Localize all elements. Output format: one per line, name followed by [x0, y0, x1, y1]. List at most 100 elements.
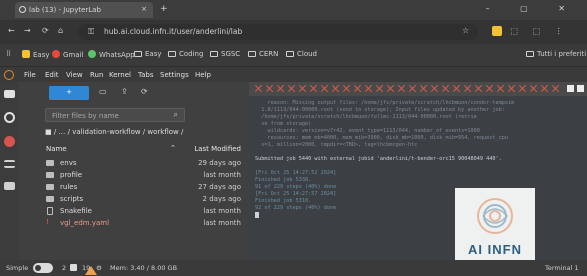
- file-icon: [47, 207, 53, 215]
- reload-icon[interactable]: ⟳: [42, 26, 49, 35]
- list-item[interactable]: envs 29 days ago: [38, 158, 249, 170]
- mouse-cursor-icon: [85, 266, 97, 275]
- terminal-tab-close-icon[interactable]: [497, 85, 504, 92]
- close-tab-icon[interactable]: ×: [141, 5, 147, 13]
- bookmark-star-icon[interactable]: ☆: [462, 26, 469, 35]
- extension-manager-icon[interactable]: [4, 182, 15, 190]
- bookmark-folder-cern[interactable]: CERN: [248, 50, 278, 58]
- new-folder-icon[interactable]: ▭: [99, 87, 107, 96]
- ai-infn-watermark: AI INFN: [455, 188, 535, 260]
- running-sessions-icon[interactable]: [4, 112, 15, 123]
- tab-menu-icon[interactable]: [577, 85, 584, 92]
- table-of-contents-icon[interactable]: [4, 160, 15, 168]
- filter-files-input[interactable]: Filter files by name ⌕: [45, 108, 185, 122]
- menu-file[interactable]: File: [24, 71, 36, 79]
- terminal-tab-close-icon[interactable]: [277, 85, 284, 92]
- terminal-tab-close-icon[interactable]: [453, 85, 460, 92]
- terminal-line: ve from storage): [255, 121, 312, 127]
- folder-icon: [46, 160, 54, 166]
- kernel-count[interactable]: 2: [62, 264, 66, 272]
- list-item[interactable]: scripts 2 days ago: [38, 194, 249, 206]
- terminal-tab-close-icon[interactable]: [299, 85, 306, 92]
- menu-kernel[interactable]: Kernel: [109, 71, 131, 79]
- sort-icon[interactable]: ⌃: [170, 144, 176, 152]
- terminal-line: wildcards: version=v7r42, event_type=111…: [255, 128, 480, 134]
- new-tab-button[interactable]: +: [160, 4, 168, 14]
- bookmark-folder-sgsc[interactable]: SGSC: [210, 50, 240, 58]
- extensions-icons[interactable]: ⬚ ⬚ ⋮: [492, 26, 569, 36]
- bookmark-folder-coding[interactable]: Coding: [168, 50, 203, 58]
- tab-menu-icon[interactable]: [567, 85, 574, 92]
- terminal-tab-close-icon[interactable]: [343, 85, 350, 92]
- terminal-tab-close-icon[interactable]: [475, 85, 482, 92]
- terminal-tab-close-icon[interactable]: [321, 85, 328, 92]
- url-field[interactable]: ⚿ hub.ai.cloud.infn.it/user/anderlini/la…: [78, 24, 478, 40]
- all-bookmarks[interactable]: Tutti i preferiti: [526, 50, 586, 58]
- terminal-tab-close-icon[interactable]: [255, 85, 262, 92]
- terminal-tab-close-icon[interactable]: [376, 85, 383, 92]
- new-launcher-button[interactable]: +: [49, 86, 89, 100]
- bookmark-easy[interactable]: Easy: [22, 50, 50, 59]
- terminal-tab-close-icon[interactable]: [387, 85, 394, 92]
- terminal-tab-close-icon[interactable]: [365, 85, 372, 92]
- column-name[interactable]: Name: [46, 145, 67, 153]
- file-browser-toolbar: + ▭ ⇪ ⟳: [19, 82, 249, 104]
- terminal-tab-close-icon[interactable]: [431, 85, 438, 92]
- list-item[interactable]: rules 27 days ago: [38, 182, 249, 194]
- terminal-tab-close-icon[interactable]: [409, 85, 416, 92]
- menu-view[interactable]: View: [66, 71, 83, 79]
- terminal-tab-close-icon[interactable]: [508, 85, 515, 92]
- terminal-tab-close-icon[interactable]: [552, 85, 559, 92]
- terminal-tab-close-icon[interactable]: [332, 85, 339, 92]
- folder-icon: [134, 51, 142, 57]
- menu-run[interactable]: Run: [90, 71, 103, 79]
- site-info-icon[interactable]: ⚿: [88, 27, 94, 37]
- terminal-tab-close-icon[interactable]: [541, 85, 548, 92]
- menu-edit[interactable]: Edit: [45, 71, 59, 79]
- left-sidebar-rail: [0, 82, 19, 260]
- bookmark-whatsapp[interactable]: WhatsApp: [88, 50, 135, 59]
- terminal-tab-close-icon[interactable]: [464, 85, 471, 92]
- terminal-tab-close-icon[interactable]: [519, 85, 526, 92]
- terminal-tab-close-icon[interactable]: [398, 85, 405, 92]
- file-browser-icon[interactable]: [4, 90, 15, 98]
- terminal-tab-close-icon[interactable]: [354, 85, 361, 92]
- jupyter-logo-icon: [4, 70, 14, 80]
- terminal-tab-close-icon[interactable]: [310, 85, 317, 92]
- browser-tab[interactable]: lab (13) - JupyterLab ×: [15, 2, 153, 18]
- back-icon[interactable]: ←: [8, 26, 15, 35]
- column-last-modified[interactable]: Last Modified: [194, 145, 241, 153]
- terminal-tab-close-icon[interactable]: [266, 85, 273, 92]
- menu-settings[interactable]: Settings: [160, 71, 189, 79]
- bookmark-folder-easy[interactable]: Easy: [134, 50, 162, 58]
- list-item[interactable]: profile last month: [38, 170, 249, 182]
- refresh-icon[interactable]: ⟳: [141, 87, 148, 96]
- extension-icon[interactable]: [492, 26, 502, 36]
- bookmark-folder-cloud[interactable]: Cloud: [286, 50, 317, 58]
- folder-icon: [248, 51, 256, 57]
- terminal-tab-close-icon[interactable]: [530, 85, 537, 92]
- home-icon[interactable]: ⌂: [58, 26, 63, 35]
- upload-icon[interactable]: ⇪: [121, 87, 128, 96]
- list-item[interactable]: Snakefile last month: [38, 206, 249, 218]
- terminal-tab-close-icon[interactable]: [288, 85, 295, 92]
- forward-icon[interactable]: →: [24, 26, 31, 35]
- apps-grid-icon[interactable]: ⠿: [6, 50, 11, 58]
- search-icon: ⌕: [173, 110, 178, 119]
- jupyter-menubar: File Edit View Run Kernel Tabs Settings …: [0, 66, 587, 82]
- terminal-tab-close-icon[interactable]: [420, 85, 427, 92]
- window-controls[interactable]: – ▢ ✕: [486, 4, 579, 13]
- list-item[interactable]: ! vgl_edm.yaml last month: [38, 218, 249, 230]
- terminal-tab-close-icon[interactable]: [442, 85, 449, 92]
- breadcrumb[interactable]: ■ / … / validation-workflow / workflow /: [45, 128, 183, 136]
- git-icon[interactable]: [4, 136, 15, 147]
- terminal-line: Finished job 5338.: [255, 177, 312, 183]
- menu-help[interactable]: Help: [195, 71, 211, 79]
- terminal-tab-close-icon[interactable]: [486, 85, 493, 92]
- menu-tabs[interactable]: Tabs: [138, 71, 154, 79]
- terminal-tab-strip[interactable]: [249, 82, 587, 96]
- simple-mode-toggle[interactable]: [33, 263, 53, 273]
- bookmark-gmail[interactable]: Gmail: [52, 50, 83, 59]
- yaml-file-icon: !: [46, 218, 49, 226]
- terminal-panel[interactable]: reason: Missing output files: /home/jfs/…: [249, 82, 587, 260]
